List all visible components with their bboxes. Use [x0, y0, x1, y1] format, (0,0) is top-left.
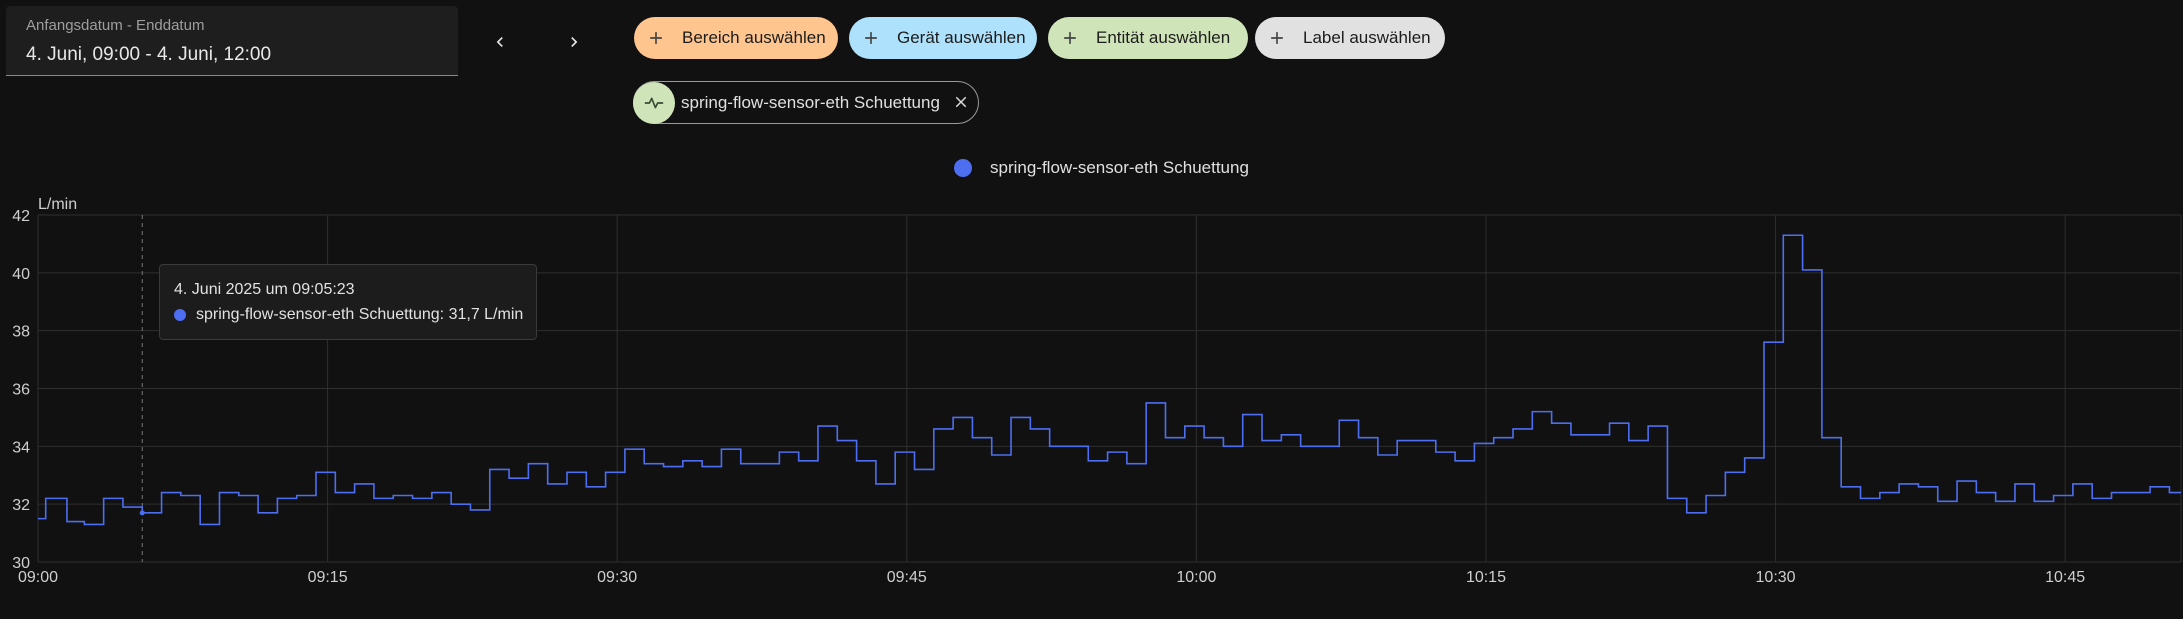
date-range-value: 4. Juni, 09:00 - 4. Juni, 12:00 [26, 44, 272, 65]
x-tick-label: 09:45 [887, 569, 927, 586]
close-icon [955, 96, 967, 108]
select-entity-label: Entität auswählen [1096, 28, 1231, 47]
x-tick-label: 10:00 [1176, 569, 1216, 586]
y-tick-label: 40 [12, 266, 30, 283]
x-tick-label: 09:30 [597, 569, 637, 586]
hover-point [139, 510, 145, 516]
legend-label: spring-flow-sensor-eth Schuettung [990, 158, 1249, 177]
x-tick-label: 10:15 [1466, 569, 1506, 586]
date-range-picker[interactable]: Anfangsdatum - Enddatum 4. Juni, 09:00 -… [6, 6, 458, 76]
history-chart[interactable]: 3032343638404209:00 09:15 09:30 09:45 10:00 1… [0, 190, 2183, 610]
legend-color-dot [954, 159, 972, 177]
x-tick-label: 09:00 [18, 569, 58, 586]
select-label-label: Label auswählen [1303, 28, 1431, 47]
y-tick-label: 42 [12, 208, 30, 225]
chart-tooltip: 4. Juni 2025 um 09:05:23 spring-flow-sen… [159, 264, 537, 340]
next-range-button[interactable] [552, 20, 596, 64]
tooltip-value-line: spring-flow-sensor-eth Schuettung: 31,7 … [196, 306, 524, 323]
previous-range-button[interactable] [478, 20, 522, 64]
plus-icon [1064, 32, 1076, 44]
chevron-left-icon [496, 37, 503, 47]
tooltip-title: 4. Juni 2025 um 09:05:23 [174, 281, 355, 298]
select-device-label: Gerät auswählen [897, 28, 1026, 47]
x-tick-label: 10:30 [1756, 569, 1796, 586]
tooltip-series-dot [174, 309, 186, 321]
pulse-icon [644, 97, 664, 108]
entity-avatar [633, 81, 675, 124]
y-tick-label: 32 [12, 497, 30, 514]
select-device-chip[interactable]: Gerät auswählen [849, 17, 1037, 59]
remove-entity-button[interactable] [952, 93, 970, 111]
plus-icon [865, 32, 877, 44]
date-range-label: Anfangsdatum - Enddatum [26, 17, 205, 34]
plus-icon [1271, 32, 1283, 44]
y-axis-label: L/min [38, 196, 77, 213]
x-tick-label: 10:45 [2045, 569, 2085, 586]
chart-legend-item[interactable]: spring-flow-sensor-eth Schuettung [954, 158, 1249, 178]
select-label-chip[interactable]: Label auswählen [1255, 17, 1445, 59]
y-tick-label: 38 [12, 324, 30, 341]
selected-entity-name: spring-flow-sensor-eth Schuettung [681, 92, 940, 112]
y-tick-label: 36 [12, 382, 30, 399]
x-tick-label: 09:15 [308, 569, 348, 586]
chevron-right-icon [571, 37, 578, 47]
y-tick-label: 34 [12, 439, 30, 456]
select-entity-chip[interactable]: Entität auswählen [1048, 17, 1248, 59]
select-area-label: Bereich auswählen [682, 28, 826, 47]
plus-icon [650, 32, 662, 44]
select-area-chip[interactable]: Bereich auswählen [634, 17, 838, 59]
selected-entity-chip[interactable]: spring-flow-sensor-eth Schuettung [633, 81, 979, 124]
